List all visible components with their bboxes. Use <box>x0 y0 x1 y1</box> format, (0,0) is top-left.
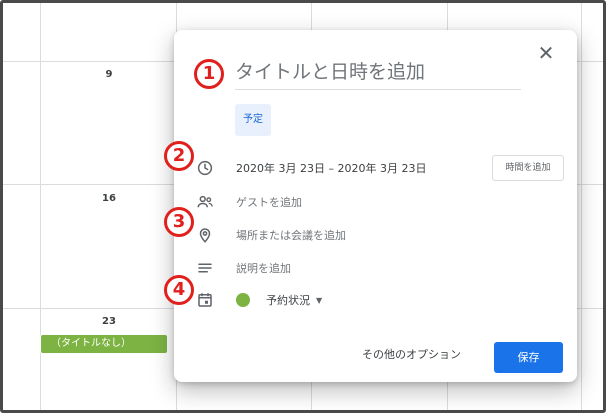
title-input[interactable] <box>235 54 521 90</box>
event-chip[interactable]: （タイトルなし） <box>40 334 168 354</box>
annotation-badge-3: 3 <box>164 207 194 237</box>
description-row[interactable]: 説明を追加 <box>194 256 291 280</box>
date-range[interactable]: 2020年 3月 23日 – 2020年 3月 23日 <box>236 160 426 176</box>
notes-icon <box>194 257 216 279</box>
guests-row[interactable]: ゲストを追加 <box>194 190 302 214</box>
annotation-badge-1: 1 <box>194 59 224 89</box>
calendar-color-dot <box>236 293 250 307</box>
add-time-button[interactable]: 時間を追加 <box>492 155 564 181</box>
location-placeholder: 場所または会議を追加 <box>236 229 346 242</box>
people-icon <box>194 191 216 213</box>
location-pin-icon <box>194 224 216 246</box>
more-options-button[interactable]: その他のオプション <box>362 346 461 362</box>
close-icon: ✕ <box>537 41 555 65</box>
day-number[interactable]: 23 <box>99 316 119 327</box>
grid-line <box>581 3 582 410</box>
location-row[interactable]: 場所または会議を追加 <box>194 223 346 247</box>
day-number[interactable]: 16 <box>99 193 119 204</box>
day-number[interactable]: 9 <box>99 69 119 80</box>
date-row: 2020年 3月 23日 – 2020年 3月 23日 <box>194 156 426 180</box>
quick-event-dialog: ✕ 予定 2020年 3月 23日 – 2020年 3月 23日 時間を追加 ゲ… <box>174 30 577 382</box>
annotation-badge-2: 2 <box>164 141 194 171</box>
guests-placeholder: ゲストを追加 <box>236 196 302 209</box>
caret-down-icon[interactable]: ▼ <box>316 296 322 305</box>
close-button[interactable]: ✕ <box>533 40 559 66</box>
save-button[interactable]: 保存 <box>494 342 563 373</box>
availability-row: 予約状況 ▼ <box>194 288 322 312</box>
availability-dropdown[interactable]: 予約状況 <box>266 292 310 308</box>
calendar-icon <box>194 289 216 311</box>
event-type-chip[interactable]: 予定 <box>235 104 271 136</box>
annotation-badge-4: 4 <box>164 275 194 305</box>
description-placeholder: 説明を追加 <box>236 262 291 275</box>
clock-icon <box>194 157 216 179</box>
